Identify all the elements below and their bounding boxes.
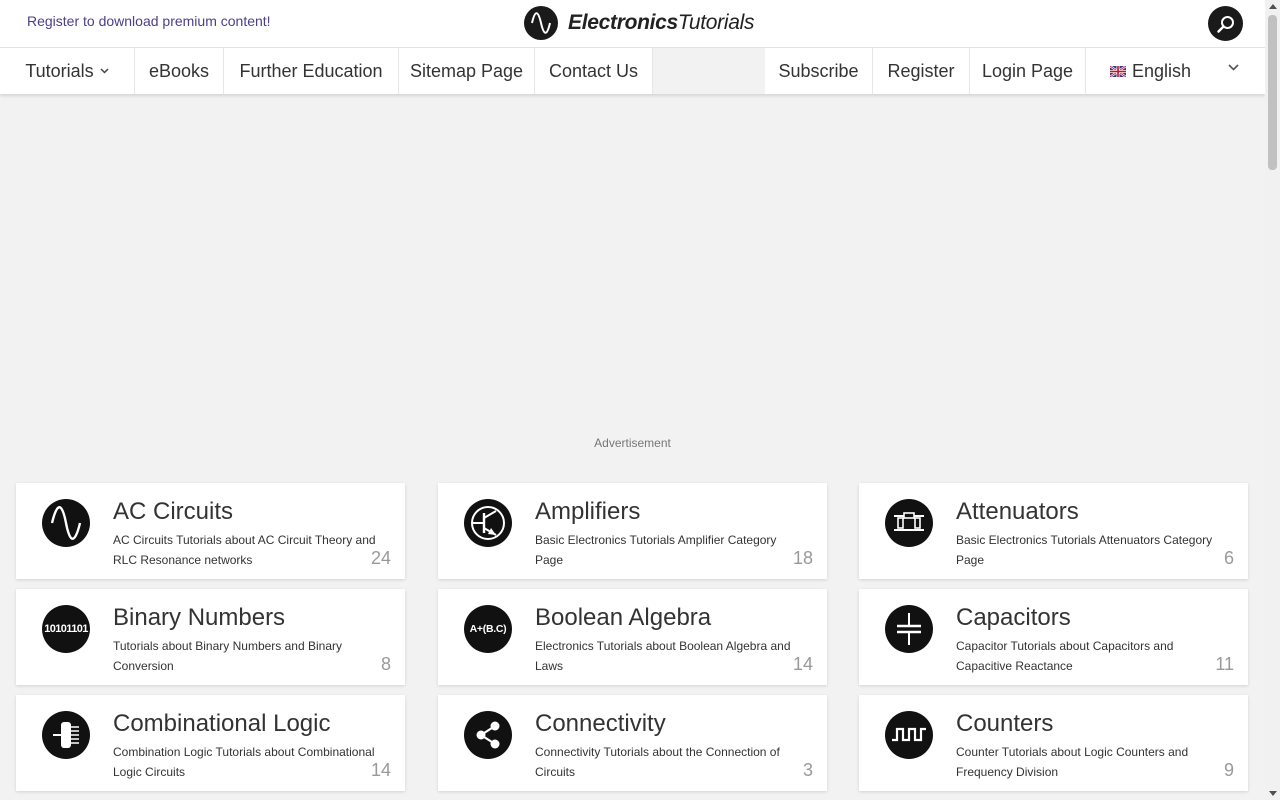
card-count: 18 <box>792 548 813 568</box>
capacitor-icon <box>885 605 933 653</box>
nav-tutorials[interactable]: Tutorials <box>0 48 135 94</box>
card-description: Basic Electronics Tutorials Attenuators … <box>956 533 1213 567</box>
logo-text: ElectronicsTutorials <box>568 11 755 34</box>
card-count: 8 <box>380 654 391 674</box>
category-card-connectivity[interactable]: Connectivity Connectivity Tutorials abou… <box>438 695 827 791</box>
chevron-down-icon <box>100 68 109 74</box>
uk-flag-icon <box>1110 65 1126 77</box>
card-description: Counter Tutorials about Logic Counters a… <box>956 745 1189 779</box>
top-bar: Register to download premium content! El… <box>0 0 1265 47</box>
sine-wave-icon <box>42 499 90 547</box>
card-title: Capacitors <box>956 604 1071 631</box>
advertisement-label: Advertisement <box>594 436 671 450</box>
chevron-down-icon <box>1228 64 1239 71</box>
nav-contact[interactable]: Contact Us <box>535 48 653 94</box>
card-title: Attenuators <box>956 498 1079 525</box>
main-navigation: Tutorials eBooks Further Education Sitem… <box>0 47 1265 94</box>
square-wave-icon <box>885 711 933 759</box>
card-count: 14 <box>792 654 813 674</box>
card-title: Amplifiers <box>535 498 641 525</box>
scroll-thumb[interactable] <box>1268 15 1277 170</box>
card-count: 24 <box>370 548 391 568</box>
nav-register[interactable]: Register <box>873 48 970 94</box>
logic-chip-icon <box>42 711 90 759</box>
category-card-boolean-algebra[interactable]: A+(B.C) Boolean Algebra Electronics Tuto… <box>438 589 827 685</box>
card-description: Tutorials about Binary Numbers and Binar… <box>113 639 342 673</box>
scroll-up-arrow-icon[interactable] <box>1269 4 1277 9</box>
card-count: 9 <box>1223 760 1234 780</box>
category-card-amplifiers[interactable]: Amplifiers Basic Electronics Tutorials A… <box>438 483 827 579</box>
nav-sitemap[interactable]: Sitemap Page <box>399 48 535 94</box>
page-scrollbar[interactable] <box>1265 0 1280 800</box>
card-title: Counters <box>956 710 1054 737</box>
binary-icon: 10101101 <box>42 605 90 653</box>
nav-ebooks[interactable]: eBooks <box>135 48 224 94</box>
card-title: Boolean Algebra <box>535 604 712 631</box>
card-count: 14 <box>370 760 391 780</box>
card-count: 6 <box>1223 548 1234 568</box>
category-card-binary-numbers[interactable]: 10101101 Binary Numbers Tutorials about … <box>16 589 405 685</box>
scroll-down-arrow-icon[interactable] <box>1269 791 1277 796</box>
search-icon <box>1216 15 1234 33</box>
sine-logo-icon <box>524 6 558 40</box>
nav-spacer <box>653 48 765 94</box>
category-card-ac-circuits[interactable]: AC Circuits AC Circuits Tutorials about … <box>16 483 405 579</box>
card-description: AC Circuits Tutorials about AC Circuit T… <box>113 533 376 567</box>
attenuator-icon <box>885 499 933 547</box>
card-description: Basic Electronics Tutorials Amplifier Ca… <box>535 533 777 567</box>
boolean-icon: A+(B.C) <box>464 605 512 653</box>
share-nodes-icon <box>464 711 512 759</box>
card-title: Connectivity <box>535 710 666 737</box>
card-count: 11 <box>1215 654 1234 674</box>
language-selector[interactable]: English <box>1086 48 1265 94</box>
site-logo[interactable]: ElectronicsTutorials <box>524 6 754 40</box>
nav-subscribe[interactable]: Subscribe <box>765 48 873 94</box>
nav-login[interactable]: Login Page <box>970 48 1086 94</box>
card-description: Combination Logic Tutorials about Combin… <box>113 745 375 779</box>
category-card-counters[interactable]: Counters Counter Tutorials about Logic C… <box>859 695 1248 791</box>
card-description: Connectivity Tutorials about the Connect… <box>535 745 780 779</box>
transistor-icon <box>464 499 512 547</box>
card-title: Combinational Logic <box>113 710 331 737</box>
category-card-combinational-logic[interactable]: Combinational Logic Combination Logic Tu… <box>16 695 405 791</box>
register-premium-link[interactable]: Register to download premium content! <box>27 13 271 29</box>
card-description: Capacitor Tutorials about Capacitors and… <box>956 639 1174 673</box>
card-description: Electronics Tutorials about Boolean Alge… <box>535 639 791 673</box>
category-card-capacitors[interactable]: Capacitors Capacitor Tutorials about Cap… <box>859 589 1248 685</box>
card-title: Binary Numbers <box>113 604 286 631</box>
category-card-attenuators[interactable]: Attenuators Basic Electronics Tutorials … <box>859 483 1248 579</box>
card-count: 3 <box>802 760 813 780</box>
nav-further-education[interactable]: Further Education <box>224 48 399 94</box>
search-button[interactable] <box>1208 6 1243 41</box>
card-title: AC Circuits <box>113 498 234 525</box>
